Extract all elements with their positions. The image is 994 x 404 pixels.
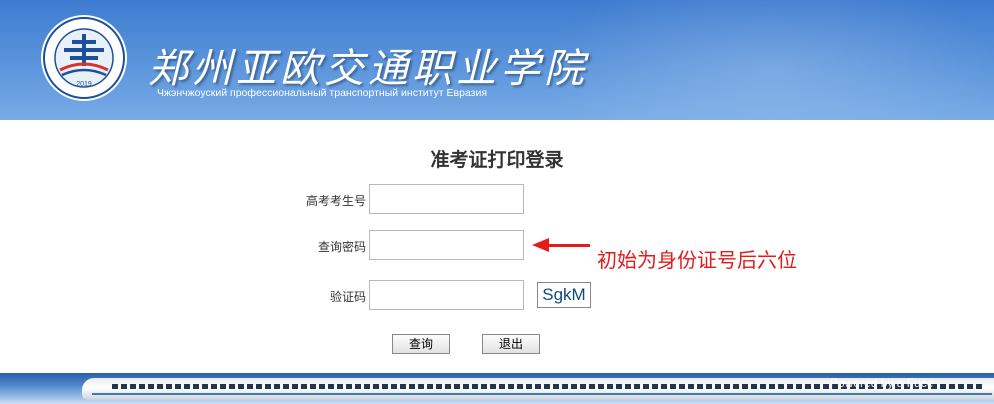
captcha-image[interactable]: SgkM [537, 282, 591, 308]
school-emblem-icon: 2019 [41, 15, 127, 101]
arrow-line [548, 244, 590, 247]
password-label: 查询密码 [317, 240, 366, 254]
captcha-input[interactable] [369, 280, 524, 310]
school-name: 郑州亚欧交通职业学院 [148, 46, 588, 92]
site-header: 2019 郑州亚欧交通职业学院 Чжэнчжоуский профессиона… [0, 0, 994, 120]
exit-button[interactable]: 退出 [482, 334, 540, 354]
page-title: 准考证打印登录 [430, 149, 564, 171]
password-hint-annotation: 初始为身份证号后六位 [597, 248, 797, 272]
password-input[interactable] [369, 230, 524, 260]
captcha-label: 验证码 [329, 290, 366, 304]
arrow-left-icon [532, 238, 549, 252]
school-subtitle: Чжэнчжоуский профессиональный транспортн… [157, 87, 488, 99]
train-stripe [92, 393, 992, 395]
exam-no-label: 高考考生号 [305, 194, 366, 208]
header-glow [520, 0, 994, 120]
query-button[interactable]: 查询 [392, 334, 450, 354]
footer-watermark: Powered by a Fuce [830, 376, 934, 390]
exam-no-input[interactable] [369, 184, 524, 214]
emblem-year: 2019 [76, 81, 92, 88]
